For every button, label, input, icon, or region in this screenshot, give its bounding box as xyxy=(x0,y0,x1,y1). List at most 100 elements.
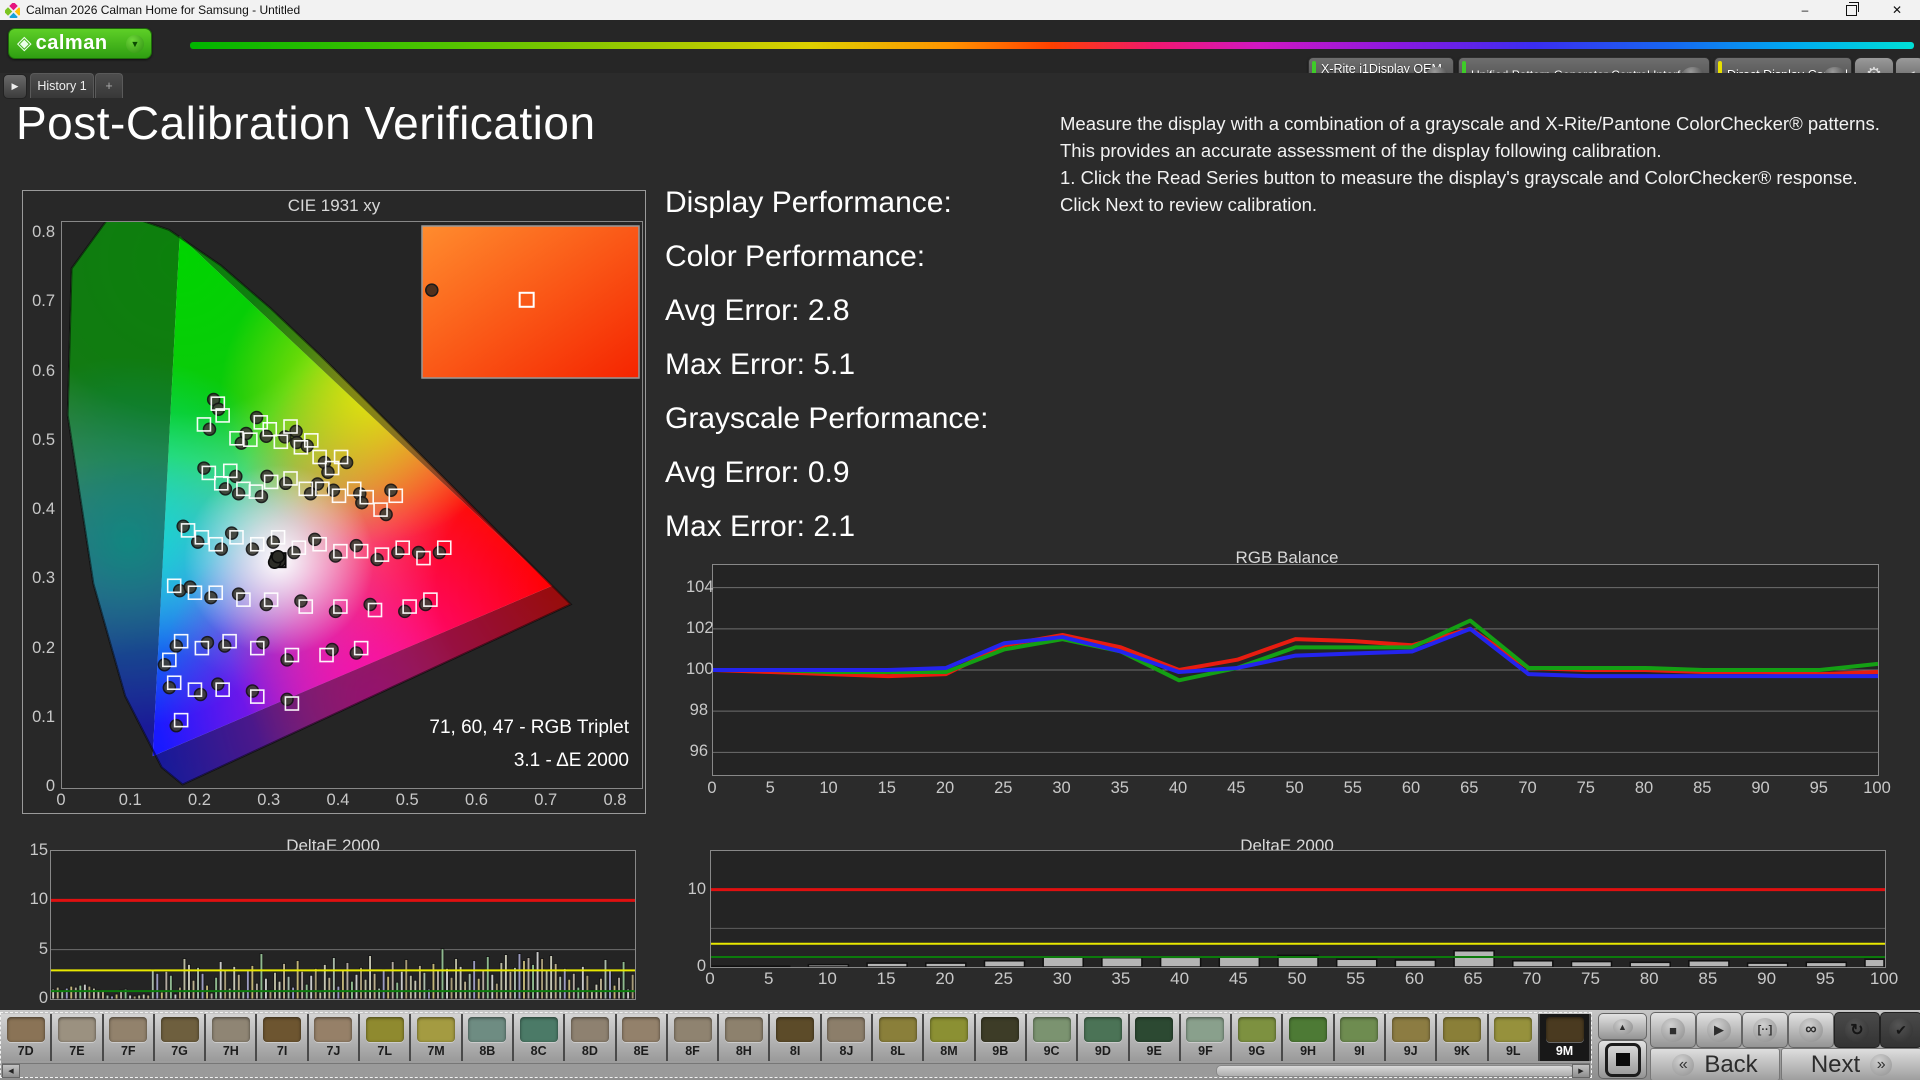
deltae-y-tick: 0 xyxy=(24,989,48,1008)
patch-cell-8E[interactable]: 8E xyxy=(617,1014,668,1061)
cie-y-tick: 0.8 xyxy=(23,223,55,242)
patch-cell-7G[interactable]: 7G xyxy=(155,1014,206,1061)
patch-swatch xyxy=(314,1017,352,1042)
scrollbar-thumb[interactable] xyxy=(1216,1065,1574,1077)
patch-label: 8L xyxy=(890,1044,905,1058)
back-arrows-icon: « xyxy=(1672,1054,1694,1076)
patch-cell-9C[interactable]: 9C xyxy=(1027,1014,1078,1061)
filmstrip-expand-button[interactable]: ▲ xyxy=(1598,1013,1647,1040)
patch-swatch xyxy=(879,1017,917,1042)
titlebar: Calman 2026 Calman Home for Samsung - Un… xyxy=(0,0,1920,20)
filmstrip-scrollbar[interactable]: ◀ ▶ xyxy=(2,1063,1590,1077)
deltae-x-tick: 75 xyxy=(1574,969,1608,989)
scroll-left-icon[interactable]: ◀ xyxy=(2,1064,20,1078)
patch-label: 7J xyxy=(326,1044,340,1058)
deltae-x-tick: 100 xyxy=(1867,969,1901,989)
stop-button[interactable]: ■ xyxy=(1650,1012,1696,1048)
deltae-x-tick: 20 xyxy=(928,969,962,989)
patch-label: 9F xyxy=(1198,1044,1213,1058)
patch-swatch xyxy=(827,1017,865,1042)
cie-x-tick: 0.1 xyxy=(108,791,152,810)
patch-cell-8I[interactable]: 8I xyxy=(770,1014,821,1061)
patch-label: 8B xyxy=(479,1044,495,1058)
patch-cell-9L[interactable]: 9L xyxy=(1489,1014,1540,1061)
patch-swatch xyxy=(468,1017,506,1042)
pattern-window-button[interactable] xyxy=(1598,1040,1647,1079)
rgb-y-tick: 98 xyxy=(686,701,708,720)
patch-swatch xyxy=(725,1017,763,1042)
patch-label: 8I xyxy=(790,1044,800,1058)
chevron-right-icon: ▶ xyxy=(12,81,19,92)
patch-cell-9K[interactable]: 9K xyxy=(1437,1014,1488,1061)
rgb-x-tick: 35 xyxy=(1103,779,1137,798)
spectrum-divider xyxy=(190,42,1914,49)
patch-swatch xyxy=(161,1017,199,1042)
bottom-bar: 7D7E7F7G 7H 7I 7J 7L7M 8B 8C8D8E8F8H 8I 8J 8L 8M 9B… xyxy=(0,1010,1920,1080)
performance-line: Display Performance: xyxy=(665,176,988,230)
patch-cell-8F[interactable]: 8F xyxy=(668,1014,719,1061)
patch-swatch xyxy=(520,1017,558,1042)
patch-cell-9J[interactable]: 9J xyxy=(1386,1014,1437,1061)
patch-cell-7J[interactable]: 7J xyxy=(309,1014,360,1061)
add-tab-button[interactable]: + xyxy=(95,73,123,98)
patch-cell-9D[interactable]: 9D xyxy=(1078,1014,1129,1061)
cie-y-tick: 0.6 xyxy=(23,362,55,381)
read-series-button[interactable]: [··] xyxy=(1742,1012,1788,1048)
patch-cell-8M[interactable]: 8M xyxy=(924,1014,975,1061)
patch-label: 8M xyxy=(940,1044,957,1058)
patch-cell-9E[interactable]: 9E xyxy=(1130,1014,1181,1061)
close-icon[interactable]: ✕ xyxy=(1874,0,1920,20)
pattern-window-icon xyxy=(1605,1043,1641,1077)
instruction-line: Click Next to review calibration. xyxy=(1060,191,1920,218)
patch-cell-7H[interactable]: 7H xyxy=(206,1014,257,1061)
tab-history-1[interactable]: History 1 xyxy=(30,73,94,98)
scroll-right-icon[interactable]: ▶ xyxy=(1572,1064,1590,1078)
restore-icon[interactable] xyxy=(1828,0,1874,20)
patch-cell-8D[interactable]: 8D xyxy=(565,1014,616,1061)
patch-cell-8B[interactable]: 8B xyxy=(463,1014,514,1061)
patch-cell-7D[interactable]: 7D xyxy=(1,1014,52,1061)
patch-cell-8C[interactable]: 8C xyxy=(514,1014,565,1061)
chevron-up-icon: ▲ xyxy=(1613,1019,1633,1035)
patch-cell-7L[interactable]: 7L xyxy=(360,1014,411,1061)
patch-label: 9J xyxy=(1404,1044,1418,1058)
refresh-button[interactable]: ↻ xyxy=(1834,1012,1880,1048)
patch-label: 9I xyxy=(1354,1044,1364,1058)
patch-label: 9L xyxy=(1506,1044,1521,1058)
patch-cell-9M[interactable]: 9M xyxy=(1540,1014,1591,1061)
patch-cell-8L[interactable]: 8L xyxy=(873,1014,924,1061)
patch-cell-9B[interactable]: 9B xyxy=(976,1014,1027,1061)
rgb-y-tick: 102 xyxy=(686,619,708,638)
calman-menu-button[interactable]: ◈ calman ▼ xyxy=(8,28,152,59)
patch-swatch xyxy=(981,1017,1019,1042)
rgb-y-tick: 96 xyxy=(686,742,708,761)
back-label: Back xyxy=(1704,1051,1757,1079)
patch-cell-9H[interactable]: 9H xyxy=(1283,1014,1334,1061)
patch-cell-9G[interactable]: 9G xyxy=(1232,1014,1283,1061)
deltae-x-tick: 50 xyxy=(1280,969,1314,989)
patch-cell-8H[interactable]: 8H xyxy=(719,1014,770,1061)
performance-line: Grayscale Performance: xyxy=(665,392,988,446)
patch-swatch xyxy=(1186,1017,1224,1042)
rgb-x-tick: 70 xyxy=(1511,779,1545,798)
back-button[interactable]: « Back xyxy=(1650,1048,1780,1080)
deltae-x-tick: 5 xyxy=(752,969,786,989)
patch-cell-7E[interactable]: 7E xyxy=(52,1014,103,1061)
patch-label: 7H xyxy=(223,1044,239,1058)
patch-cell-7M[interactable]: 7M xyxy=(411,1014,462,1061)
instructions: Measure the display with a combination o… xyxy=(1060,110,1920,218)
deltae-x-tick: 80 xyxy=(1632,969,1666,989)
patch-cell-7I[interactable]: 7I xyxy=(257,1014,308,1061)
patch-cell-7F[interactable]: 7F xyxy=(104,1014,155,1061)
patch-swatch xyxy=(622,1017,660,1042)
minimize-icon[interactable]: – xyxy=(1782,0,1828,20)
next-button[interactable]: Next » xyxy=(1781,1048,1920,1080)
patch-cell-9I[interactable]: 9I xyxy=(1335,1014,1386,1061)
patch-cell-8J[interactable]: 8J xyxy=(822,1014,873,1061)
accept-button[interactable]: ✔ xyxy=(1880,1012,1920,1048)
read-continuous-button[interactable]: ∞ xyxy=(1788,1012,1834,1048)
play-button[interactable]: ▶ xyxy=(1696,1012,1742,1048)
rgb-x-tick: 85 xyxy=(1685,779,1719,798)
patch-cell-9F[interactable]: 9F xyxy=(1181,1014,1232,1061)
window-title: Calman 2026 Calman Home for Samsung - Un… xyxy=(26,3,300,17)
